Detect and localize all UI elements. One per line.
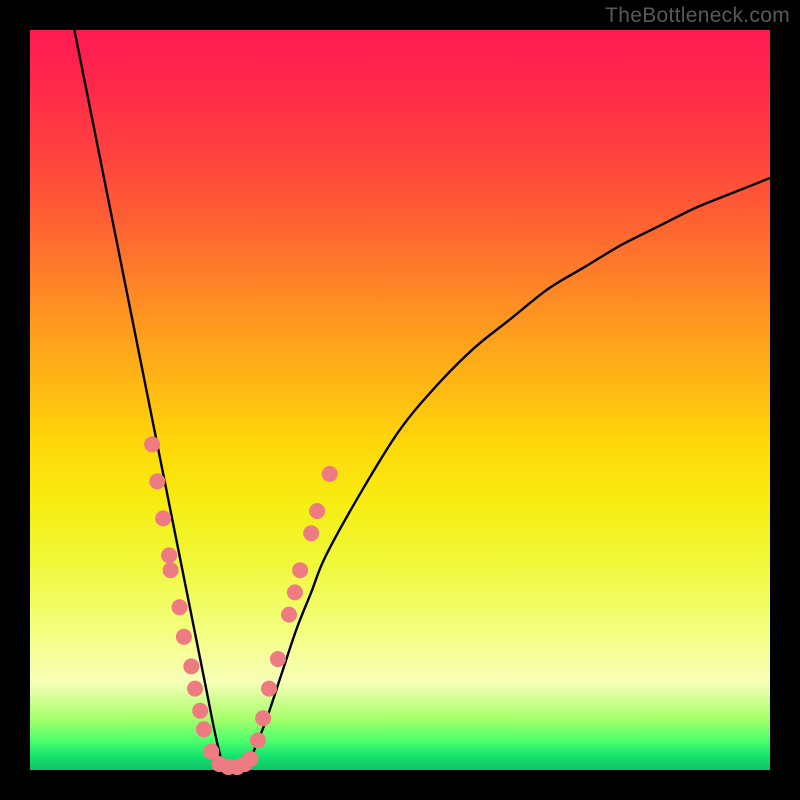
highlight-dots [144,436,338,775]
highlight-dot [287,584,303,600]
highlight-dot [281,607,297,623]
highlight-dot [183,658,199,674]
highlight-dot [144,436,160,452]
highlight-dot [261,681,277,697]
highlight-dot [322,466,338,482]
chart-svg [30,30,770,770]
highlight-dot [292,562,308,578]
highlight-dot [303,525,319,541]
highlight-dot [176,629,192,645]
highlight-dot [243,751,259,767]
highlight-dot [255,710,271,726]
chart-frame: TheBottleneck.com [0,0,800,800]
highlight-dot [196,721,212,737]
highlight-dot [187,681,203,697]
bottleneck-curve [74,30,770,771]
plot-area [30,30,770,770]
highlight-dot [192,703,208,719]
highlight-dot [161,547,177,563]
highlight-dot [163,562,179,578]
highlight-dot [171,599,187,615]
highlight-dot [309,503,325,519]
highlight-dot [149,473,165,489]
highlight-dot [155,510,171,526]
highlight-dot [250,732,266,748]
watermark-text: TheBottleneck.com [605,4,790,28]
highlight-dot [270,651,286,667]
